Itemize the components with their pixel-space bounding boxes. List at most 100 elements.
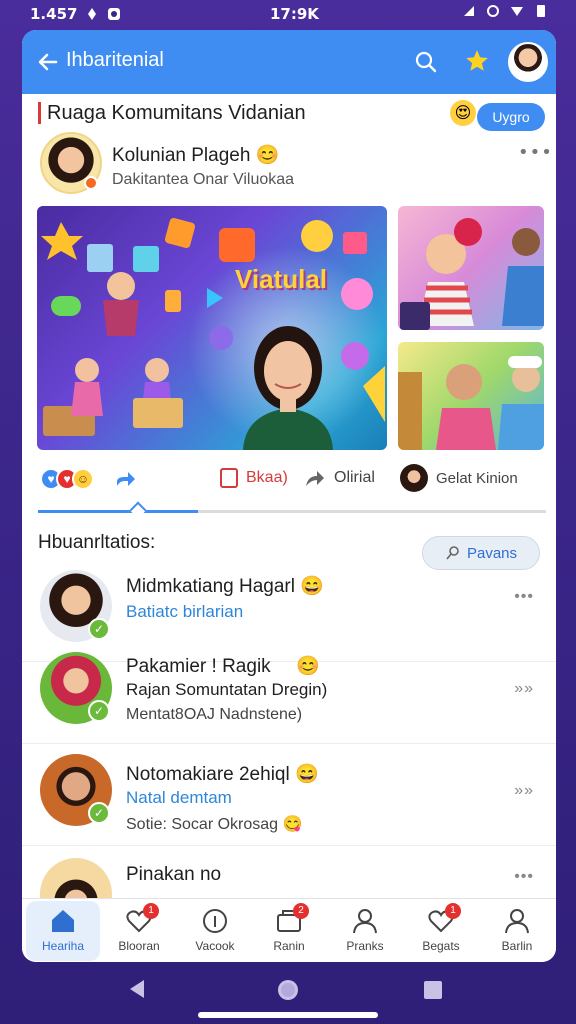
list-item-detail-text: Sotie: Socar Okrosag [126, 816, 279, 833]
data-icon [487, 5, 499, 17]
info-circle-icon [203, 909, 227, 933]
author-name-text: Kolunian Plageh [112, 145, 251, 166]
active-tab-underline [38, 510, 198, 513]
notification-badge: 1 [445, 903, 461, 919]
nav-item-account[interactable]: Barlin [482, 907, 552, 953]
share-icon [306, 471, 324, 486]
presenter-figure [243, 326, 333, 450]
laugh-icon: ☺ [72, 468, 94, 490]
nav-label: Barlin [501, 939, 533, 953]
green-emoji-icon: 😊 [295, 656, 320, 677]
hero-brand-text: Viatulal [235, 264, 328, 294]
status-center-text: 17:9K [270, 5, 319, 23]
tab-notch [129, 501, 147, 519]
list-item-title: Notomakiare 2ehiql 😄 [126, 762, 319, 786]
hero-media[interactable]: Viatulal [37, 206, 387, 450]
nav-item-favorites[interactable]: 1 Begats [406, 903, 476, 953]
list-item-more-icon[interactable]: ••• [514, 868, 534, 886]
nav-label: Ranin [273, 939, 305, 953]
nav-item-profile[interactable]: Pranks [330, 907, 400, 953]
system-home-icon[interactable] [276, 978, 300, 1002]
nav-label: Pranks [346, 939, 384, 953]
main-card: Ihbaritenial Ruaga Komumitans Vidanian 😍… [22, 30, 556, 962]
notification-badge: 2 [293, 903, 309, 919]
nav-item-info[interactable]: Vacook [180, 907, 250, 953]
list-item-title: Midmkatiang Hagarl 😄 [126, 574, 324, 598]
person-icon [505, 909, 529, 934]
thumbnail-illustration-1 [400, 218, 544, 330]
author-name[interactable]: Kolunian Plageh 😊 [112, 143, 279, 167]
system-back-icon[interactable] [126, 978, 148, 1000]
app-bar: Ihbaritenial [22, 30, 556, 94]
bookmark-icon [220, 468, 238, 488]
signal-icon [464, 6, 474, 16]
list-item-title: Pinakan no [126, 864, 222, 885]
gallery-thumbnail-2[interactable] [398, 342, 544, 450]
emoji-icon: 😋 [282, 816, 303, 833]
post-tab-indicator [38, 501, 546, 519]
nav-label: Blooran [118, 939, 160, 953]
nav-label: Heariha [41, 939, 85, 953]
gesture-home-bar[interactable] [198, 1012, 378, 1018]
system-nav-bar [0, 962, 576, 1024]
list-search-label: Pavans [466, 544, 518, 562]
list-item[interactable]: ✓ Pakamier ! Ragik 😊 Rajan Somuntatan Dr… [22, 642, 556, 744]
wifi-icon [511, 7, 523, 16]
share-button[interactable]: Olirial [304, 468, 375, 488]
gallery-thumbnail-1[interactable] [398, 206, 544, 330]
smile-emoji-icon: 😄 [294, 764, 319, 785]
list-item-subtitle: Natal demtam [126, 788, 232, 807]
save-button[interactable]: Bkaa) [220, 468, 288, 488]
nav-item-notifications[interactable]: 1 Blooran [104, 903, 174, 953]
reaction-summary[interactable]: ♥ ♥ ☺ [40, 468, 94, 490]
author-subtitle: Dakitantea Onar Viluokaa [112, 171, 295, 188]
smile-emoji-icon: 😄 [300, 576, 324, 597]
list-item-title: Pakamier ! Ragik 😊 [126, 654, 320, 678]
save-label: Bkaa) [246, 469, 288, 486]
post-action-row: ♥ ♥ ☺ Bkaa) Olirial Gelat Kinion [22, 460, 556, 500]
search-small-icon [446, 546, 459, 560]
list-item-chevron-icon[interactable]: »» [514, 680, 534, 698]
verified-check-icon: ✓ [88, 618, 110, 640]
person-icon [353, 909, 377, 934]
list-item-title-text: Midmkatiang Hagarl [126, 576, 295, 597]
list-item[interactable]: ✓ Notomakiare 2ehiql 😄 Natal demtam Soti… [22, 744, 556, 846]
list-item-detail: Sotie: Socar Okrosag 😋 [126, 814, 302, 834]
section-action-button[interactable]: Uygro [477, 103, 545, 131]
clock-text: 1.457 [30, 5, 78, 23]
thumbnail-illustration-2 [398, 356, 544, 450]
list-item-detail: Mentat8OAJ Nadnstene) [126, 706, 303, 723]
status-bar: 1.457 17:9K [0, 0, 576, 30]
notification-icon [88, 8, 97, 20]
list-item-more-icon[interactable]: ••• [514, 588, 534, 606]
verified-check-icon: ✓ [88, 802, 110, 824]
commenter-avatar [400, 464, 428, 492]
verified-check-icon: ✓ [88, 700, 110, 722]
nav-item-messages[interactable]: 2 Ranin [254, 903, 324, 953]
home-icon [52, 910, 74, 932]
online-status-dot [84, 176, 98, 190]
commenter-chip[interactable]: Gelat Kinion [400, 464, 518, 492]
bottom-nav: Heariha 1 Blooran Vacook 2 Ranin Pranks [22, 898, 556, 962]
commenter-label: Gelat Kinion [436, 469, 518, 487]
section-title: Ruaga Komumitans Vidanian [38, 102, 306, 124]
smile-emoji-icon: 😊 [255, 145, 280, 166]
forward-arrow-icon[interactable] [114, 468, 136, 490]
list-item-title-text: Pakamier ! Ragik [126, 656, 271, 677]
post-more-icon[interactable]: ••• [518, 142, 553, 163]
search-icon[interactable] [414, 50, 438, 74]
emoji-reaction-icon: 😍 [450, 100, 476, 126]
back-arrow-icon[interactable] [36, 50, 60, 74]
notification-badge: 1 [143, 903, 159, 919]
camera-icon [108, 8, 121, 20]
list-item-title-text: Notomakiare 2ehiql [126, 764, 290, 785]
nav-item-home[interactable]: Heariha [28, 907, 98, 953]
system-recents-icon[interactable] [422, 979, 444, 1001]
star-icon[interactable] [464, 48, 490, 74]
profile-avatar[interactable] [508, 42, 548, 82]
nav-label: Vacook [195, 939, 235, 953]
list-item-subtitle: Batiatc birlarian [126, 602, 244, 621]
list-item-subtitle: Rajan Somuntatan Dregin) [126, 680, 328, 699]
list-item-chevron-icon[interactable]: »» [514, 782, 534, 800]
share-label: Olirial [334, 469, 375, 486]
